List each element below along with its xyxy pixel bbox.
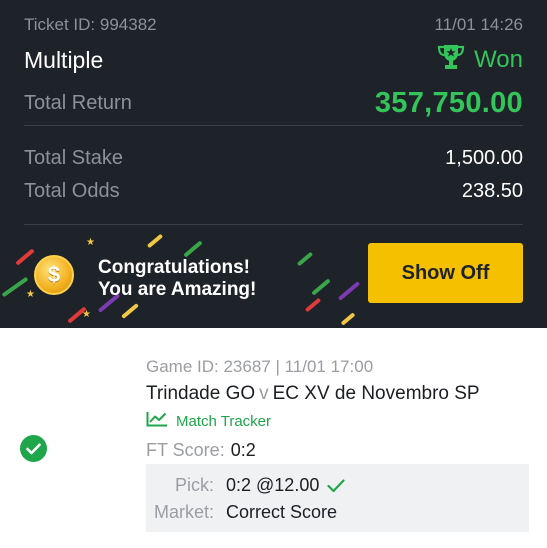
confetti-streak [340,312,356,326]
confetti-streak [337,281,361,301]
ft-score-value: 0:2 [230,440,256,460]
coin-icon: $ [34,255,74,295]
bet-type: Multiple [24,46,104,73]
total-return-label: Total Return [24,91,132,114]
total-odds-label: Total Odds [24,179,120,202]
pick-label: Pick: [174,475,214,495]
total-stake-value: 1,500.00 [445,146,523,169]
sparkle-icon: ★ [82,309,91,320]
confetti-streak [15,248,35,266]
total-odds-value: 238.50 [461,179,523,202]
confetti-streak [311,278,331,296]
versus-label: v [259,383,269,404]
checkmark-icon [327,478,345,493]
ticket-datetime: 11/01 14:26 [434,15,523,34]
away-team: EC XV de Novembro SP [272,383,480,404]
chart-line-icon [146,411,168,431]
total-return-value: 357,750.00 [374,86,523,119]
sparkle-icon: ★ [86,237,95,248]
congrats-line-2: You are Amazing! [98,279,257,300]
market-label: Market: [153,502,214,522]
trophy-icon [436,44,466,77]
match-teams: Trindade GO v EC XV de Novembro SP [146,383,480,405]
pick-value: 0:2 @12.00 [226,475,320,495]
pick-row: Pick: 0:2 @12.00 [146,475,345,496]
congrats-text: Congratulations! You are Amazing! [98,257,256,301]
total-return-row: Total Return 357,750.00 [24,84,523,122]
confetti-streak [304,297,322,313]
status-badge: Won [436,44,523,77]
home-team: Trindade GO [146,383,256,404]
show-off-button[interactable]: Show Off [368,243,523,303]
confetti-streak [121,303,139,319]
ft-score-label: FT Score: [146,440,225,460]
ticket-meta-row: Ticket ID: 994382 11/01 14:26 [24,12,523,38]
match-tracker-link[interactable]: Match Tracker [146,411,271,431]
divider [24,125,523,126]
market-row: Market: Correct Score [146,502,337,523]
match-tracker-label: Match Tracker [176,412,272,430]
confetti-streak [146,233,164,249]
ticket-type-row: Multiple Won [24,42,523,78]
total-stake-row: Total Stake 1,500.00 [24,144,523,172]
total-stake-label: Total Stake [24,146,123,169]
sparkle-icon: ★ [26,289,35,300]
pick-details: Pick: 0:2 @12.00 Market: Correct Score [146,464,529,532]
ticket-id: Ticket ID: 994382 [24,15,157,34]
congrats-line-1: Congratulations! [98,257,250,278]
confetti-streak [296,251,314,267]
confetti-streak [183,240,203,258]
confetti-streak [1,276,29,298]
check-circle-icon [20,435,47,462]
game-info: Game ID: 23687 | 11/01 17:00 [146,357,374,376]
ft-score: FT Score: 0:2 [146,440,256,461]
market-value: Correct Score [226,502,338,522]
status-label: Won [474,46,523,73]
total-odds-row: Total Odds 238.50 [24,177,523,205]
